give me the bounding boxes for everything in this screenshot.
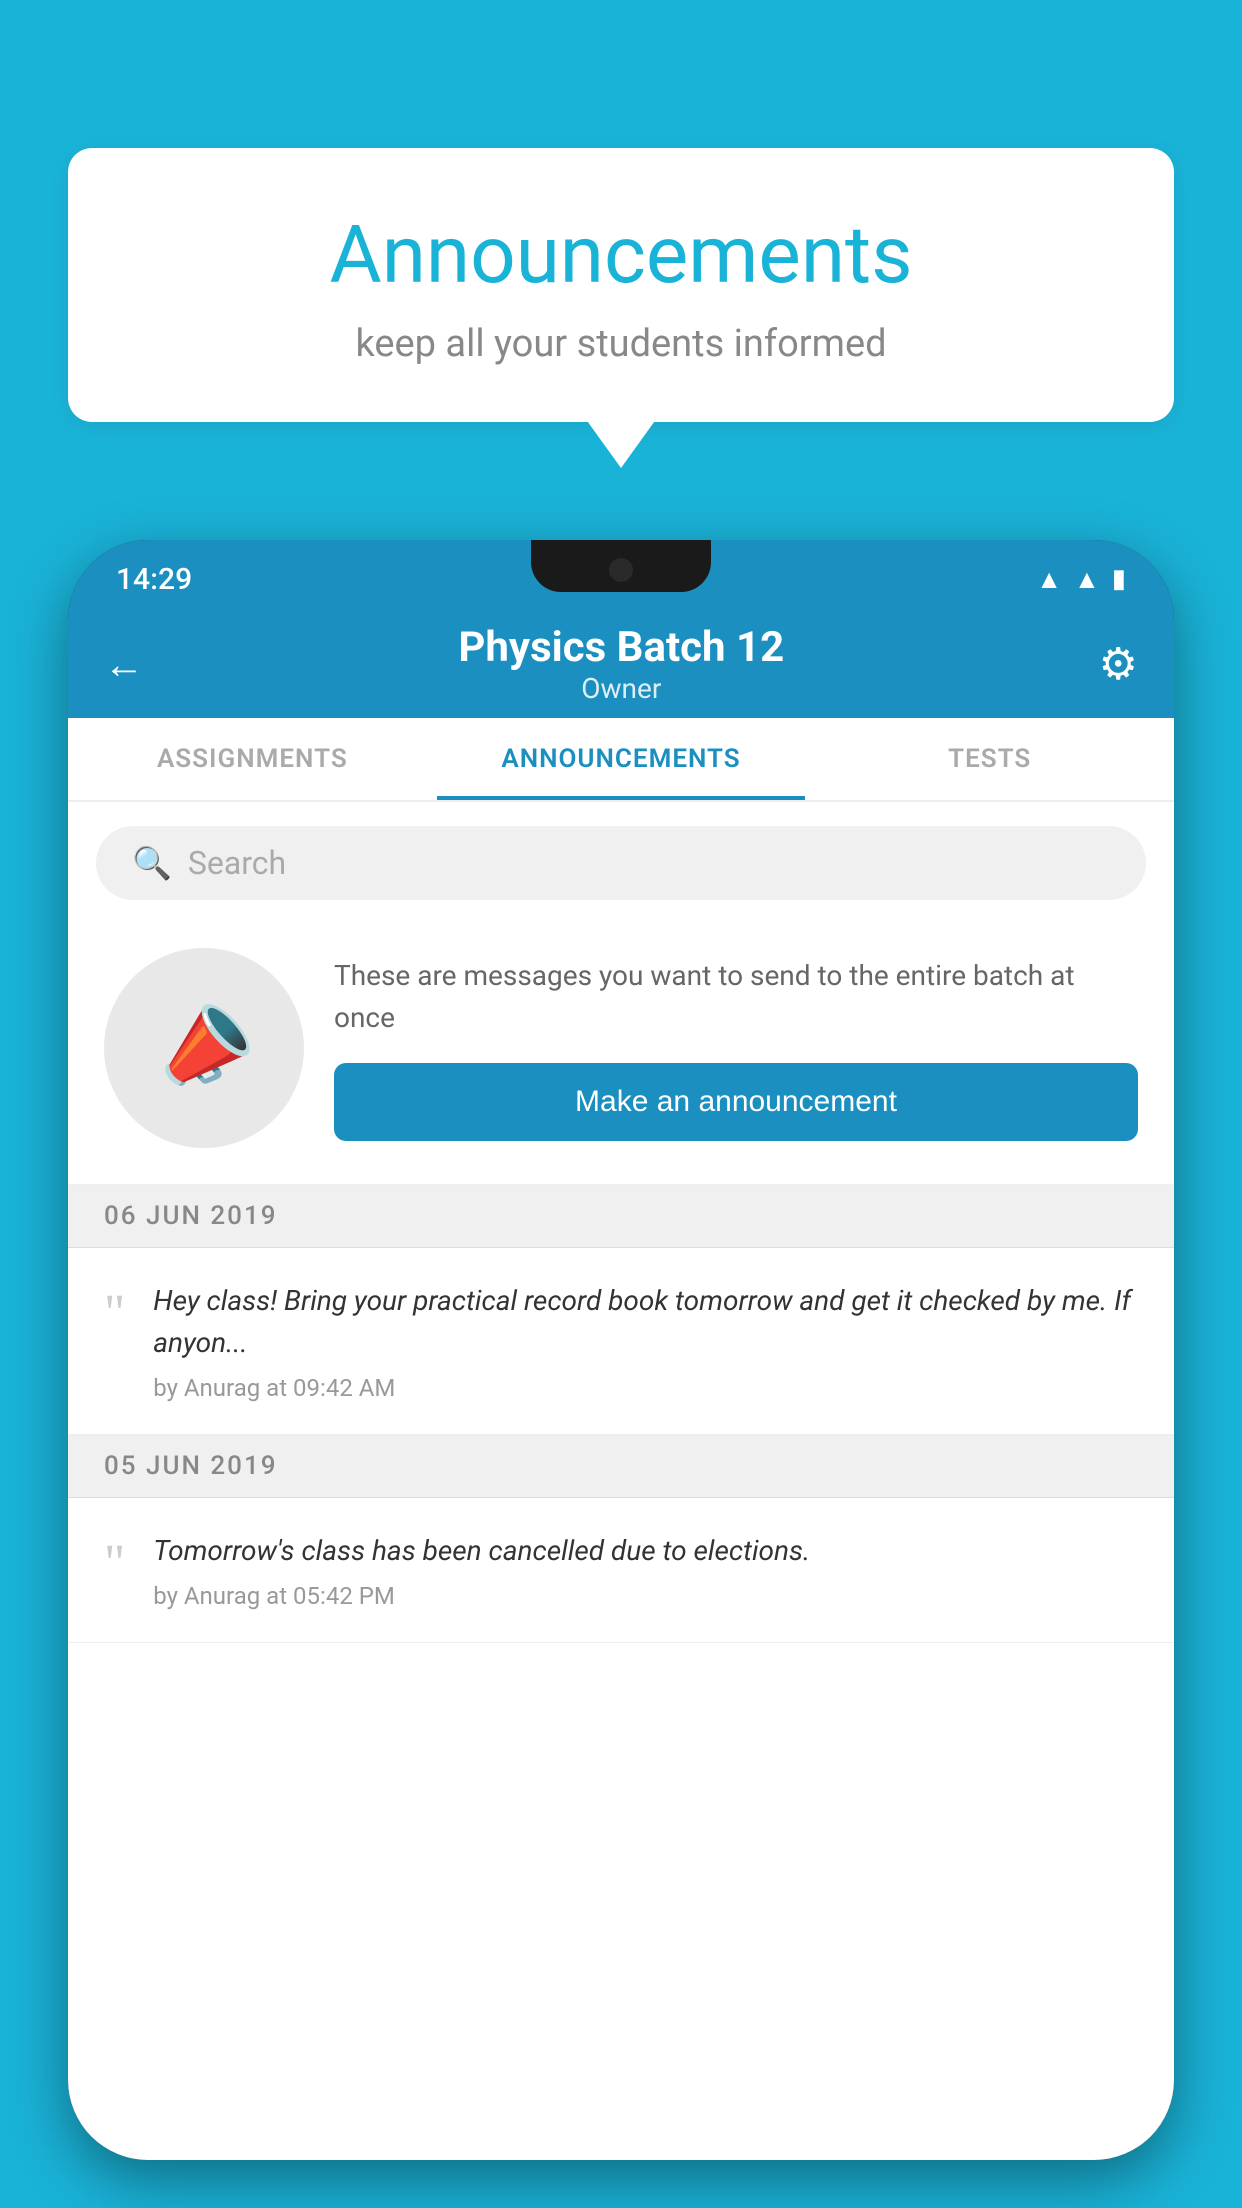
status-time: 14:29: [116, 562, 192, 597]
megaphone-icon: 📣: [141, 987, 267, 1109]
wifi-icon: ▲: [1036, 564, 1062, 595]
announcement-content-2: Tomorrow's class has been cancelled due …: [153, 1530, 1138, 1610]
announcement-meta-2: by Anurag at 05:42 PM: [153, 1582, 1138, 1610]
search-icon: 🔍: [132, 844, 172, 882]
speech-bubble: Announcements keep all your students inf…: [68, 148, 1174, 422]
announcement-promo: 📣 These are messages you want to send to…: [68, 924, 1174, 1185]
screen-content: 🔍 Search 📣 These are messages you want t…: [68, 802, 1174, 2160]
search-placeholder: Search: [188, 844, 286, 882]
announcement-text-2: Tomorrow's class has been cancelled due …: [153, 1530, 1138, 1572]
promo-description: These are messages you want to send to t…: [334, 955, 1138, 1039]
announcement-item-2: " Tomorrow's class has been cancelled du…: [68, 1498, 1174, 1643]
make-announcement-button[interactable]: Make an announcement: [334, 1063, 1138, 1141]
date-section-1: 06 JUN 2019: [68, 1185, 1174, 1248]
quote-icon-2: ": [104, 1538, 125, 1590]
status-icons: ▲ ▲ ▮: [1036, 564, 1126, 595]
header-title: Physics Batch 12: [144, 623, 1099, 672]
announcement-text-1: Hey class! Bring your practical record b…: [153, 1280, 1138, 1364]
phone-container: 14:29 ▲ ▲ ▮ ← Physics Batch 12 Owner ⚙ A…: [68, 540, 1174, 2208]
settings-icon[interactable]: ⚙: [1099, 638, 1138, 690]
promo-right: These are messages you want to send to t…: [334, 955, 1138, 1141]
back-button[interactable]: ←: [104, 641, 144, 688]
announcement-content-1: Hey class! Bring your practical record b…: [153, 1280, 1138, 1402]
tabs-container: ASSIGNMENTS ANNOUNCEMENTS TESTS: [68, 718, 1174, 802]
promo-icon-circle: 📣: [104, 948, 304, 1148]
battery-icon: ▮: [1112, 564, 1126, 594]
phone-notch: [531, 540, 711, 592]
bubble-title: Announcements: [148, 208, 1094, 302]
app-header: ← Physics Batch 12 Owner ⚙: [68, 610, 1174, 718]
announcement-item-1: " Hey class! Bring your practical record…: [68, 1248, 1174, 1435]
tab-assignments[interactable]: ASSIGNMENTS: [68, 718, 437, 800]
header-subtitle: Owner: [144, 672, 1099, 705]
quote-icon-1: ": [104, 1288, 125, 1340]
camera-dot: [609, 558, 633, 582]
speech-bubble-container: Announcements keep all your students inf…: [68, 148, 1174, 422]
header-center: Physics Batch 12 Owner: [144, 623, 1099, 705]
signal-icon: ▲: [1074, 564, 1100, 595]
phone-frame: 14:29 ▲ ▲ ▮ ← Physics Batch 12 Owner ⚙ A…: [68, 540, 1174, 2160]
search-bar[interactable]: 🔍 Search: [96, 826, 1146, 900]
tab-announcements[interactable]: ANNOUNCEMENTS: [437, 718, 806, 800]
announcement-meta-1: by Anurag at 09:42 AM: [153, 1374, 1138, 1402]
bubble-subtitle: keep all your students informed: [148, 322, 1094, 366]
date-section-2: 05 JUN 2019: [68, 1435, 1174, 1498]
tab-tests[interactable]: TESTS: [805, 718, 1174, 800]
